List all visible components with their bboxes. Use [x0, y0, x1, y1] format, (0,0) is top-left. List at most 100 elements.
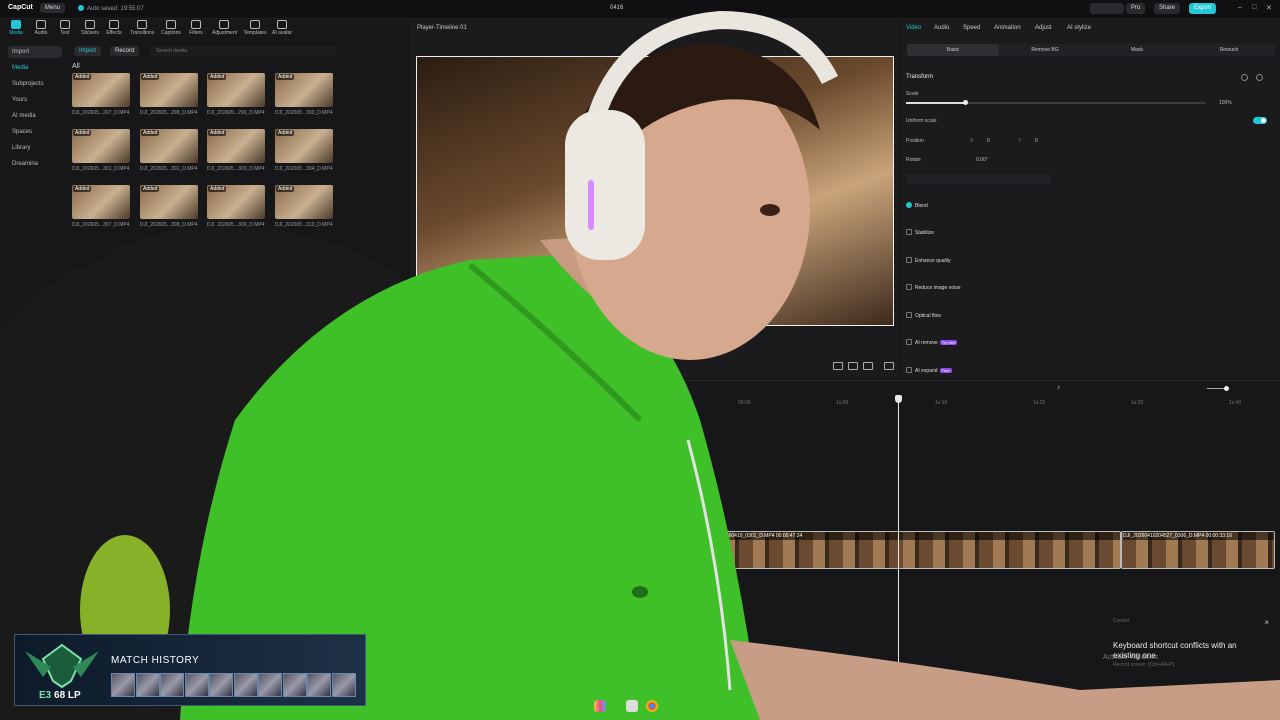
media-thumbnail[interactable]: Added [207, 73, 265, 107]
tab-adjust[interactable]: Adjust [1035, 25, 1052, 31]
tool-transitions[interactable]: Transitions [130, 20, 154, 36]
ratio-icon[interactable] [833, 362, 843, 370]
nav-dreamina[interactable]: Dreamina [8, 158, 62, 170]
section-stabilize[interactable]: Stabilize [906, 229, 934, 236]
tool-stickers[interactable]: Stickers [78, 20, 102, 36]
nav-media[interactable]: Media [8, 62, 62, 74]
subtab-remove-bg[interactable]: Remove BG [999, 44, 1091, 56]
tab-speed[interactable]: Speed [963, 25, 980, 31]
add-track-icon[interactable]: + [8, 384, 13, 394]
tool-audio[interactable]: Audio [29, 20, 53, 36]
section-checkbox[interactable] [906, 367, 912, 373]
media-filename: DJI_202605...304_D.MP4 [275, 166, 333, 172]
section-optical-flow[interactable]: Optical flow [906, 312, 941, 319]
nav-import[interactable]: Import [8, 46, 62, 58]
scale-value[interactable]: 100% [1219, 100, 1232, 106]
section-reduce-image-noise[interactable]: Reduce image noise [906, 284, 961, 291]
media-thumbnail[interactable]: Added [207, 129, 265, 163]
toast-close-icon[interactable]: × [1264, 618, 1269, 627]
video-clip[interactable]: DJI_20260410204527_0306_D.MP4 00:00:33:1… [1121, 531, 1275, 569]
pos-x-input[interactable]: 0 [987, 138, 990, 144]
tool-templates[interactable]: Templates [243, 20, 267, 36]
subtab-mask[interactable]: Mask [1091, 44, 1183, 56]
zoom-handle[interactable] [1224, 386, 1229, 391]
pro-button[interactable]: Pro [1126, 3, 1146, 14]
tab-audio[interactable]: Audio [934, 25, 949, 31]
tool-filters[interactable]: Filters [184, 20, 208, 36]
tool-ai-avatar[interactable]: AI avatar [270, 20, 294, 36]
media-thumbnail[interactable]: Added [72, 129, 130, 163]
media-thumbnail[interactable]: Added [275, 185, 333, 219]
scale-handle[interactable] [962, 100, 968, 105]
minimize-icon[interactable]: – [1238, 4, 1242, 11]
section-ai-remove[interactable]: AI remove Try free [906, 339, 958, 346]
tab-animation[interactable]: Animation [994, 25, 1021, 31]
rotate-input[interactable]: 0.00° [976, 157, 988, 163]
section-checkbox[interactable] [906, 312, 912, 318]
import-button[interactable]: Import [74, 46, 102, 56]
section-enhance-quality[interactable]: Enhance quality [906, 257, 951, 264]
menu-button[interactable]: Menu [40, 3, 66, 13]
nav-spaces[interactable]: Spaces [8, 126, 62, 138]
search-input[interactable]: Search media [150, 46, 336, 56]
export-button[interactable]: Export [1189, 3, 1217, 14]
shortcuts-icon[interactable] [1104, 3, 1124, 14]
subtab-bar: Basic Remove BG Mask Retouch [907, 44, 1275, 56]
tool-media[interactable]: Media [4, 20, 28, 36]
explorer-taskbar-icon[interactable] [626, 700, 638, 712]
section-checkbox[interactable] [906, 257, 912, 263]
chrome-taskbar-icon[interactable] [646, 700, 658, 712]
subtab-retouch[interactable]: Retouch [1183, 44, 1275, 56]
project-name[interactable]: 0416 [610, 5, 623, 11]
section-checkbox[interactable] [906, 202, 912, 208]
subtab-basic[interactable]: Basic [907, 44, 999, 56]
mic-icon[interactable]: ♪ [1057, 384, 1061, 391]
quality-icon[interactable] [848, 362, 858, 370]
section-ai-expand[interactable]: AI expand Free [906, 367, 952, 374]
tab-video[interactable]: Video [906, 25, 921, 31]
media-thumbnail[interactable]: Added [275, 129, 333, 163]
crop-icon[interactable] [863, 362, 873, 370]
record-button[interactable]: Record [110, 46, 140, 56]
uniform-scale-toggle[interactable] [1253, 117, 1267, 124]
media-thumbnail[interactable]: Added [140, 185, 198, 219]
playhead[interactable] [895, 395, 902, 685]
tool-text[interactable]: Text [53, 20, 77, 36]
close-icon[interactable]: ✕ [1266, 4, 1272, 12]
video-preview[interactable] [416, 56, 894, 326]
tab-ai-stylize[interactable]: AI stylize [1067, 25, 1091, 31]
scale-slider[interactable] [906, 102, 1206, 104]
media-thumbnail[interactable]: Added [275, 73, 333, 107]
app-taskbar-icon[interactable] [594, 700, 606, 712]
pos-y-input[interactable]: 0 [1035, 138, 1038, 144]
transform-header[interactable]: Transform [906, 74, 933, 80]
tool-captions[interactable]: Captions [159, 20, 183, 36]
fullscreen-icon[interactable] [884, 362, 894, 370]
share-button[interactable]: Share [1154, 3, 1181, 14]
section-checkbox[interactable] [906, 229, 912, 235]
section-blend[interactable]: Blend [906, 202, 928, 209]
timeline-tools[interactable] [1080, 384, 1210, 392]
reset-icon[interactable] [1241, 74, 1248, 81]
adjustment-icon [219, 20, 229, 29]
video-clip[interactable]: DJI_20260410_0301_D.MP4 00:00:47:24 [708, 531, 1121, 569]
media-thumbnail[interactable]: Added [207, 185, 265, 219]
media-thumbnail[interactable]: Added [140, 129, 198, 163]
tool-adjustment[interactable]: Adjustment [212, 20, 237, 36]
media-thumbnail[interactable]: Added [140, 73, 198, 107]
section-checkbox[interactable] [906, 339, 912, 345]
nav-library[interactable]: Library [8, 142, 62, 154]
media-thumbnail[interactable]: Added [72, 73, 130, 107]
keyframe-icon[interactable] [1256, 74, 1263, 81]
media-thumbnail[interactable]: Added [72, 185, 130, 219]
nav-ai-media[interactable]: AI media [8, 110, 62, 122]
filter-all[interactable]: All [72, 63, 80, 70]
section-checkbox[interactable] [906, 284, 912, 290]
added-badge: Added [276, 130, 295, 136]
media-filename: DJI_202605...310_D.MP4 [275, 222, 333, 228]
tool-effects[interactable]: Effects [102, 20, 126, 36]
maximize-icon[interactable]: □ [1252, 4, 1256, 11]
nav-yours[interactable]: Yours [8, 94, 62, 106]
nav-subprojects[interactable]: Subprojects [8, 78, 62, 90]
pointer-icon[interactable]: ↖ [30, 385, 36, 393]
